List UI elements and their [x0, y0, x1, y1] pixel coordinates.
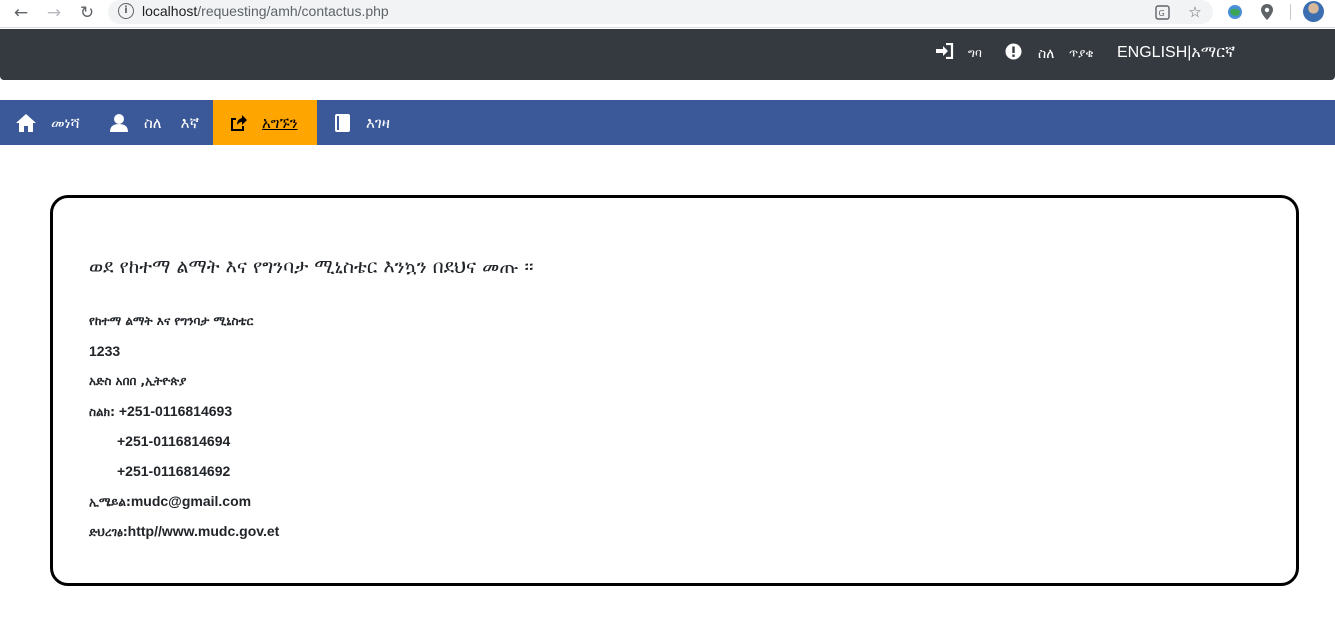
extension-globe-icon[interactable]	[1225, 2, 1245, 22]
svg-text:G: G	[1158, 9, 1164, 18]
share-icon	[229, 114, 247, 131]
po-box: 1233	[89, 343, 121, 359]
faq-link[interactable]: ጥያቄ	[1069, 46, 1093, 61]
url-path: /requesting/amh/contactus.php	[197, 3, 389, 19]
phone-number-2: +251-0116814694	[117, 433, 231, 449]
star-icon[interactable]: ☆	[1185, 2, 1205, 22]
nav-item-help[interactable]: እገዛ	[334, 100, 390, 145]
exclamation-icon	[1005, 43, 1022, 64]
forward-arrow-icon[interactable]: →	[43, 2, 65, 24]
nav-label-home: መነሻ	[51, 113, 80, 132]
browser-chrome: ← → ↻ i localhost/requesting/amh/contact…	[0, 0, 1335, 28]
book-icon	[334, 113, 350, 132]
location-pin-icon[interactable]	[1257, 2, 1277, 22]
url-text[interactable]: localhost/requesting/amh/contactus.php	[142, 3, 389, 19]
home-icon	[16, 113, 36, 132]
nav-label-contact: አግኙን	[262, 113, 298, 132]
language-label: ENGLISH|አማርኛ	[1117, 44, 1236, 61]
faq-label: ጥያቄ	[1069, 46, 1094, 60]
url-host: localhost	[142, 3, 198, 19]
website-label: ድህረገፅ:	[89, 525, 128, 539]
login-label: ግባ	[968, 45, 982, 60]
about-link[interactable]: ስለ	[1005, 43, 1054, 64]
back-arrow-icon[interactable]: ←	[10, 2, 32, 24]
phone-label: ስልክ:	[89, 405, 115, 419]
address-bar[interactable]: i localhost/requesting/amh/contactus.php…	[108, 0, 1213, 24]
toolbar-divider	[1290, 4, 1291, 20]
address: አድስ አበበ ,ኢትዮጵያ	[89, 374, 187, 388]
nav-item-contact[interactable]: አግኙን	[213, 100, 317, 145]
info-icon[interactable]: i	[118, 3, 134, 19]
profile-avatar[interactable]	[1303, 1, 1324, 22]
top-bar: ግባ ስለ ጥያቄ ENGLISH|አማርኛ	[0, 29, 1335, 80]
main-navbar: መነሻ ስለ እኛ አግኙን እገዛ	[0, 100, 1335, 145]
language-switch[interactable]: ENGLISH|አማርኛ	[1117, 44, 1235, 62]
login-icon	[936, 42, 954, 63]
phone-number-3: +251-0116814692	[117, 463, 231, 479]
welcome-heading: ወደ የከተማ ልማት እና የግንባታ ሚኒስቴር እንኳን በደህና መጡ …	[89, 256, 534, 278]
website-value: http//www.mudc.gov.et	[127, 523, 280, 539]
user-icon	[110, 113, 128, 132]
translate-icon[interactable]: G	[1152, 2, 1172, 22]
login-link[interactable]: ግባ	[936, 42, 982, 63]
phone-line-1: ስልክ: +251-0116814693	[89, 403, 232, 420]
phone-number-1: +251-0116814693	[118, 403, 233, 419]
email-line: ኢሜይል:mudc@gmail.com	[89, 493, 251, 510]
nav-label-help: እገዛ	[366, 113, 390, 132]
org-name: የከተማ ልማት እና የግንባታ ሚኒስቴር	[89, 314, 254, 328]
about-label: ስለ	[1038, 45, 1055, 62]
nav-label-about: ስለ እኛ	[144, 113, 200, 132]
email-label: ኢሜይል:	[89, 495, 131, 509]
nav-item-about[interactable]: ስለ እኛ	[110, 100, 199, 145]
contact-card: ወደ የከተማ ልማት እና የግንባታ ሚኒስቴር እንኳን በደህና መጡ …	[50, 195, 1299, 586]
website-line: ድህረገፅ:http//www.mudc.gov.et	[89, 523, 279, 540]
nav-item-home[interactable]: መነሻ	[16, 100, 80, 145]
email-value: mudc@gmail.com	[130, 493, 252, 509]
reload-icon[interactable]: ↻	[76, 2, 98, 24]
